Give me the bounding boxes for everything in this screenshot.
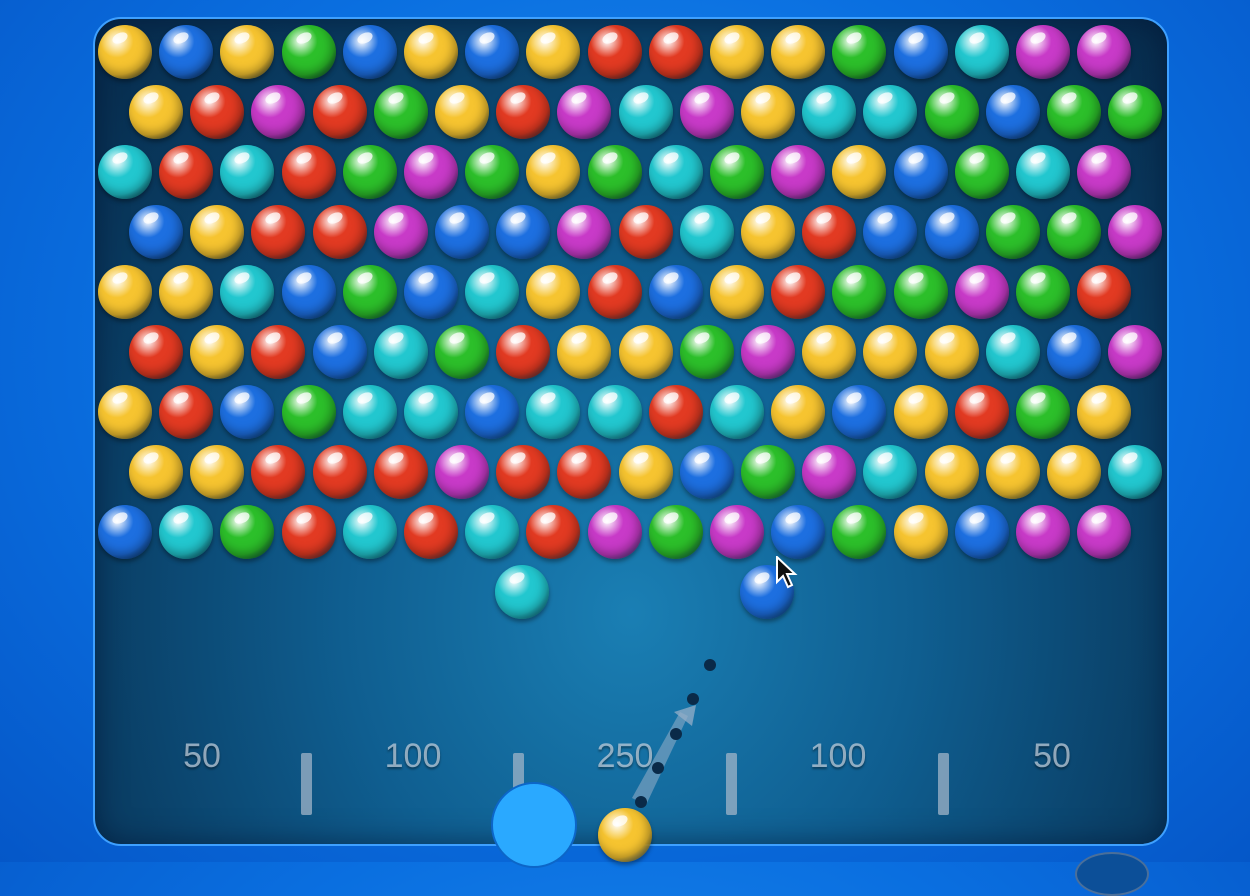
aim-dot [704, 659, 716, 671]
aim-dot [670, 728, 682, 740]
aim-dot [687, 693, 699, 705]
current-bubble [598, 808, 652, 862]
corner-button[interactable] [1075, 852, 1149, 896]
aim-dot [652, 762, 664, 774]
aim-arrow-shaft [632, 712, 688, 805]
aim-guide [632, 659, 716, 808]
aim-dot [635, 796, 647, 808]
mouse-cursor-icon [776, 556, 798, 589]
